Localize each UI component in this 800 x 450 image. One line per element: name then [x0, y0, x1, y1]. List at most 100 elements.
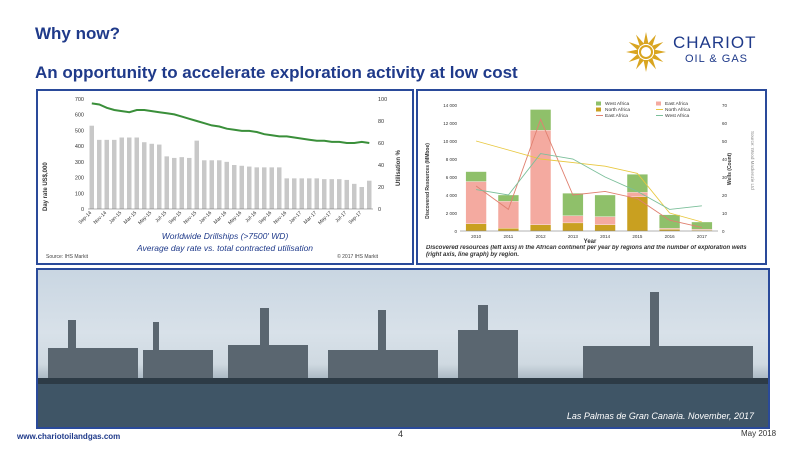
x-tick-label: Jan-17	[288, 210, 303, 225]
drillship-chart: 0 100 200 300 400 500 600 700 0 20 40 60 80 100 Sep-14…	[43, 97, 402, 260]
legend-swatch	[596, 101, 601, 106]
y-axis-label: Discovered Resources (MMboe)	[425, 143, 431, 219]
x-tick-label: Mar-17	[303, 210, 319, 226]
chart-caption: Discovered resources (left axis) in the …	[426, 245, 747, 258]
bar	[352, 183, 357, 209]
bar	[322, 179, 327, 209]
y2-tick-label: 0	[722, 229, 725, 234]
x-tick-label: Jan-16	[198, 210, 213, 225]
stacked-bar-segment	[465, 223, 487, 232]
logo-ray	[654, 49, 666, 55]
legend-label: North Africa	[665, 107, 690, 113]
legend-swatch	[656, 101, 661, 106]
x-tick-label: May-17	[317, 210, 333, 226]
bar	[224, 161, 229, 209]
x-tick-label: 2014	[600, 234, 611, 239]
stacked-bar-segment	[530, 224, 552, 232]
y2-tick-label: 70	[722, 103, 728, 108]
y-tick-label: 0	[81, 207, 84, 213]
y-tick-label: 12 000	[443, 121, 457, 126]
x-tick-label: 2012	[536, 234, 547, 239]
y2-tick-label: 20	[378, 185, 384, 191]
bar	[179, 157, 184, 209]
utilisation-line	[91, 102, 370, 144]
bar	[262, 167, 267, 209]
y2-tick-label: 60	[722, 121, 728, 126]
bar	[119, 137, 124, 209]
legend-label: West Africa	[605, 101, 630, 107]
chart-copyright: © 2017 IHS Markit	[337, 253, 379, 260]
y-tick-label: 200	[75, 176, 84, 182]
x-tick-label: 2015	[632, 234, 643, 239]
bar	[232, 165, 237, 209]
stacked-bar-segment	[562, 222, 584, 232]
bar	[239, 165, 244, 209]
y2-tick-label: 10	[722, 211, 728, 216]
bar	[172, 157, 177, 209]
bar	[299, 178, 304, 209]
x-tick-label: May-16	[227, 210, 243, 226]
drillships-illustration	[38, 292, 768, 427]
bar	[367, 180, 372, 209]
stacked-bar-segment	[626, 192, 648, 197]
page-number: 4	[398, 429, 404, 439]
logo-name: CHARIOT	[673, 33, 757, 52]
sun-star-icon	[626, 32, 666, 72]
discoveries-chart: 0 2 000 4 000 6 000 8 000 10 000 12 000 14 000 0…	[425, 101, 755, 258]
stacked-bar-segment	[659, 229, 681, 232]
y-tick-label: 600	[75, 113, 84, 119]
logo-subtitle: OIL & GAS	[685, 53, 749, 65]
stacked-bar-segment	[497, 201, 519, 229]
y2-tick-label: 80	[378, 119, 384, 125]
chart-title: Worldwide Drillships (>7500' WD)	[162, 231, 289, 241]
bar	[89, 125, 94, 209]
x-tick-label: Jul-17	[334, 210, 348, 224]
bar	[329, 179, 334, 209]
bar	[149, 143, 154, 209]
legend-label: West Africa	[665, 113, 690, 119]
bar	[292, 178, 297, 209]
legend-label: North Africa	[605, 107, 630, 113]
bar	[194, 140, 199, 209]
bar	[284, 178, 289, 209]
y-tick-label: 500	[75, 128, 84, 134]
legend-swatch	[596, 107, 601, 112]
bar	[134, 137, 139, 209]
y2-axis-label: Wells (Count)	[727, 153, 733, 185]
x-tick-label: Sep-14	[78, 210, 94, 226]
bar	[307, 178, 312, 209]
bar	[209, 160, 214, 209]
stacked-bar-segment	[497, 228, 519, 232]
bar	[127, 137, 132, 209]
footer-url[interactable]: www.chariotoilandgas.com	[17, 432, 120, 441]
bar	[164, 156, 169, 209]
y2-tick-label: 60	[378, 141, 384, 147]
stacked-bar-segment	[497, 194, 519, 202]
x-tick-label: Mar-15	[123, 210, 139, 226]
stacked-bar-segment	[626, 196, 648, 232]
y-axis-label: Day rate US$,000	[43, 162, 49, 211]
x-tick-label: Mar-16	[213, 210, 229, 226]
legend-label: East Africa	[605, 113, 628, 119]
bar	[187, 157, 192, 209]
stacked-bar-segment	[594, 194, 616, 217]
x-tick-label: May-15	[137, 210, 153, 226]
stacked-bar-segment	[530, 130, 552, 225]
discoveries-chart-panel: 0 2 000 4 000 6 000 8 000 10 000 12 000 14 000 0…	[416, 89, 767, 265]
x-tick-label: 2016	[665, 234, 676, 239]
x-tick-label: 2011	[504, 234, 514, 239]
y-tick-label: 400	[75, 144, 84, 150]
slide-title: Why now?	[35, 24, 120, 43]
source-note: Source: Wood Mackenzie Ltd	[750, 131, 755, 190]
bar	[97, 139, 102, 209]
y2-tick-label: 20	[722, 193, 728, 198]
y2-axis-label: Utilisation %	[396, 149, 402, 186]
y-tick-label: 0	[454, 229, 457, 234]
bar	[254, 167, 259, 209]
bar	[337, 179, 342, 209]
photo-caption: Las Palmas de Gran Canaria. November, 20…	[566, 411, 754, 421]
bar	[269, 167, 274, 209]
y2-tick-label: 50	[722, 139, 728, 144]
y2-tick-label: 100	[378, 97, 387, 103]
bar	[314, 178, 319, 209]
